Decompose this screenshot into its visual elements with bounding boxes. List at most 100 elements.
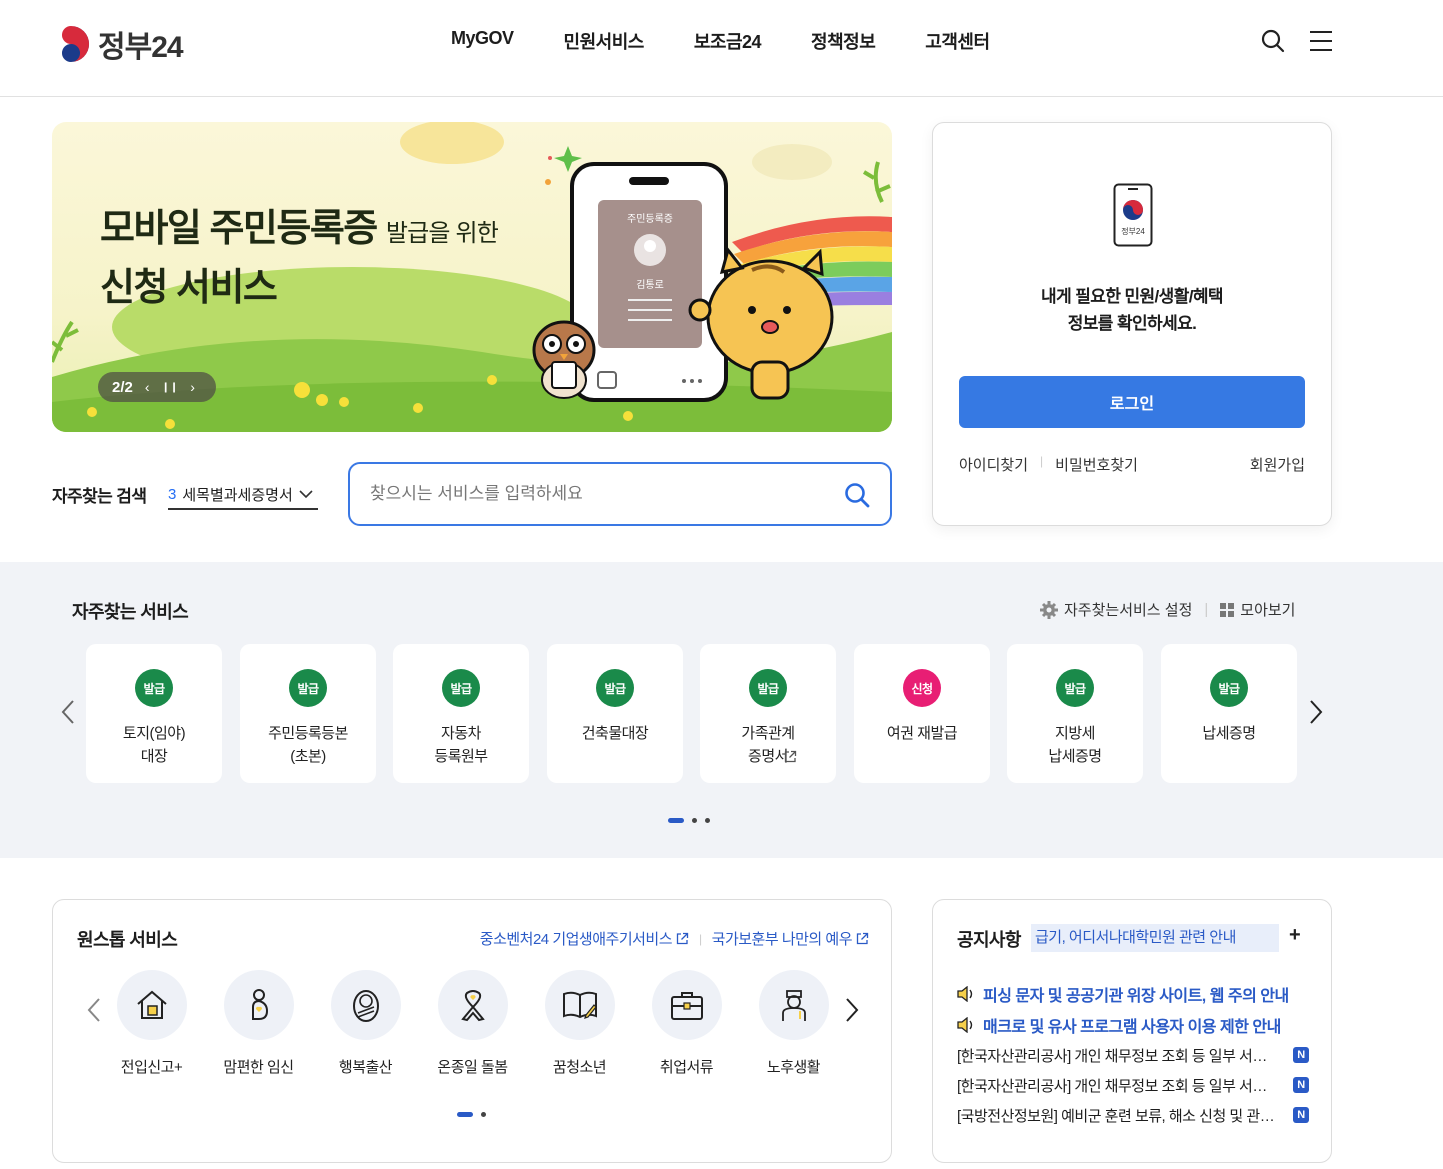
- pagination-dot-3[interactable]: [705, 818, 710, 823]
- pregnancy-icon: [223, 970, 294, 1040]
- onestop-label: 전입신고+: [120, 1059, 183, 1076]
- notice-item[interactable]: 피싱 문자 및 공공기관 위장 사이트, 웹 주의 안내: [957, 978, 1309, 1009]
- notice-item[interactable]: [한국자산관리공사] 개인 채무정보 조회 등 일부 서비스 일시 중단 안내 …: [957, 1070, 1309, 1100]
- logo-text: 정부24: [98, 31, 184, 64]
- notice-list: 피싱 문자 및 공공기관 위장 사이트, 웹 주의 안내 매크로 및 유사 프로…: [957, 978, 1309, 1130]
- banner-title: 모바일 주민등록증 발급을 위한 신청 서비스: [100, 202, 499, 315]
- service-card-passport-reissue[interactable]: 신청 여권 재발급: [854, 644, 990, 783]
- onestop-services-panel: 원스톱 서비스 중소벤처24 기업생애주기서비스 | 국가보훈부 나만의 예우 …: [52, 899, 892, 1163]
- gear-icon[interactable]: [1040, 600, 1058, 619]
- notice-item[interactable]: [한국자산관리공사] 개인 채무정보 조회 등 일부 서비스 일시 중단 안내 …: [957, 1040, 1309, 1070]
- notice-more-icon[interactable]: +: [1289, 924, 1301, 947]
- onestop-retirement[interactable]: 노후생활: [740, 970, 847, 1077]
- service-card-local-tax-certificate[interactable]: 발급 지방세 납세증명: [1007, 644, 1143, 783]
- pagination-dot-1[interactable]: [457, 1112, 473, 1117]
- onestop-label: 온종일 돌봄: [437, 1059, 508, 1076]
- next-arrow-icon[interactable]: [1306, 698, 1326, 726]
- onestop-move-in[interactable]: 전입신고+: [98, 970, 205, 1077]
- notice-item[interactable]: 매크로 및 유사 프로그램 사용자 이용 제한 안내: [957, 1009, 1309, 1040]
- notice-item[interactable]: [국방전산정보원] 예비군 훈련 보류, 해소 신청 및 관련 서비스 안내 N: [957, 1100, 1309, 1130]
- onestop-employment[interactable]: 취업서류: [633, 970, 740, 1077]
- nav-mygov[interactable]: MyGOV: [451, 28, 514, 54]
- search-box: [348, 462, 892, 526]
- menu-icon[interactable]: [1308, 28, 1334, 54]
- veterans-link[interactable]: 국가보훈부 나만의 예우: [712, 928, 853, 949]
- speaker-icon: [957, 985, 973, 1002]
- onestop-youth[interactable]: 꿈청소년: [526, 970, 633, 1077]
- frequent-search-term: 세목별과세증명서: [182, 486, 293, 504]
- frequent-settings-link[interactable]: 자주찾는서비스 설정: [1064, 599, 1192, 620]
- pagination-dot-2[interactable]: [481, 1112, 486, 1117]
- banner-prev-icon[interactable]: ‹: [145, 379, 150, 395]
- find-id-link[interactable]: 아이디찾기: [959, 454, 1028, 475]
- find-password-link[interactable]: 비밀번호찾기: [1055, 454, 1138, 475]
- prev-arrow-icon[interactable]: [58, 698, 78, 726]
- onestop-title: 원스톱 서비스: [77, 930, 178, 950]
- login-links: 아이디찾기 | 비밀번호찾기 회원가입: [959, 454, 1305, 475]
- frequent-search-select[interactable]: 3 세목별과세증명서: [168, 480, 318, 510]
- banner-pause-icon[interactable]: ❙❙: [162, 382, 179, 393]
- banner-title-small: 발급을 위한: [385, 220, 499, 247]
- issue-badge: 발급: [135, 669, 173, 707]
- search-input[interactable]: [370, 480, 830, 508]
- nav-civil-service[interactable]: 민원서비스: [564, 28, 645, 54]
- notice-title: 공지사항: [957, 930, 1021, 950]
- notice-panel: 공지사항 급기, 어디서나대학민원 관련 안내 + 피싱 문자 및 공공기관 위…: [932, 899, 1332, 1163]
- service-card-land-register[interactable]: 발급 토지(임야) 대장: [86, 644, 222, 783]
- signup-link[interactable]: 회원가입: [1250, 454, 1305, 475]
- site-logo[interactable]: 정부24: [52, 22, 184, 66]
- banner-card-name: 김통로: [636, 280, 664, 291]
- onestop-childbirth[interactable]: 행복출산: [312, 970, 419, 1077]
- chevron-down-icon: [299, 490, 313, 499]
- external-link-icon: [784, 750, 797, 763]
- banner-controls: 2/2 ‹ ❙❙ ›: [98, 372, 216, 402]
- nav-policy-info[interactable]: 정책정보: [811, 28, 876, 54]
- service-card-family-certificate[interactable]: 발급 가족관계 증명서: [700, 644, 836, 783]
- onestop-label: 취업서류: [659, 1059, 714, 1076]
- mobile-phone-icon: [1113, 183, 1153, 247]
- grid-icon[interactable]: [1220, 602, 1235, 617]
- onestop-label: 노후생활: [766, 1059, 821, 1076]
- issue-badge: 발급: [596, 669, 634, 707]
- onestop-all-day-care[interactable]: 온종일 돌봄: [419, 970, 526, 1077]
- service-card-building-register[interactable]: 발급 건축물대장: [547, 644, 683, 783]
- sme24-link[interactable]: 중소벤처24 기업생애주기서비스: [480, 928, 673, 949]
- apply-badge: 신청: [903, 669, 941, 707]
- banner-title-line2: 신청 서비스: [100, 267, 278, 309]
- service-label: 여권 재발급: [886, 725, 958, 742]
- issue-badge: 발급: [749, 669, 787, 707]
- service-card-resident-register[interactable]: 발급 주민등록등본 (초본): [240, 644, 376, 783]
- service-label: 가족관계 증명서: [741, 725, 795, 765]
- search-icon[interactable]: [1260, 28, 1286, 54]
- onestop-pregnancy[interactable]: 맘편한 임신: [205, 970, 312, 1077]
- main-banner[interactable]: 모바일 주민등록증 발급을 위한 신청 서비스 주민등록증 김통로 2/2 ‹ …: [52, 122, 892, 432]
- speaker-icon: [957, 1016, 973, 1033]
- view-all-link[interactable]: 모아보기: [1240, 599, 1295, 620]
- pagination-dot-1[interactable]: [668, 818, 684, 823]
- nav-customer-center[interactable]: 고객센터: [925, 28, 990, 54]
- banner-card-title: 주민등록증: [627, 214, 673, 225]
- service-label: 토지(임야) 대장: [122, 725, 186, 765]
- frequent-services-tools: 자주찾는서비스 설정 | 모아보기: [1040, 599, 1295, 620]
- pagination-dot-2[interactable]: [692, 818, 697, 823]
- notice-ticker[interactable]: 급기, 어디서나대학민원 관련 안내: [1031, 924, 1279, 952]
- issue-badge: 발급: [289, 669, 327, 707]
- new-badge: N: [1293, 1107, 1309, 1123]
- site-header: 정부24 MyGOV 민원서비스 보조금24 정책정보 고객센터: [0, 0, 1443, 97]
- search-submit-icon[interactable]: [844, 482, 870, 508]
- banner-next-icon[interactable]: ›: [190, 379, 195, 395]
- onestop-links: 중소벤처24 기업생애주기서비스 | 국가보훈부 나만의 예우: [480, 928, 869, 949]
- baby-icon: [330, 970, 401, 1040]
- new-badge: N: [1293, 1047, 1309, 1063]
- onestop-pagination: [457, 1112, 486, 1117]
- service-card-vehicle-register[interactable]: 발급 자동차 등록원부: [393, 644, 529, 783]
- service-label: 지방세 납세증명: [1048, 725, 1102, 765]
- onestop-label: 꿈청소년: [552, 1059, 607, 1076]
- login-button[interactable]: 로그인: [959, 376, 1305, 428]
- notice-text: [한국자산관리공사] 개인 채무정보 조회 등 일부 서비스 일시 중단 안내: [957, 1077, 1279, 1095]
- divider: |: [1204, 601, 1209, 618]
- login-card: 정부24 내게 필요한 민원/생활/혜택 정보를 확인하세요. 로그인 아이디찾…: [932, 122, 1332, 526]
- service-card-tax-certificate[interactable]: 발급 납세증명: [1161, 644, 1297, 783]
- nav-subsidy24[interactable]: 보조금24: [694, 28, 762, 54]
- login-message-line2: 정보를 확인하세요.: [1067, 314, 1197, 333]
